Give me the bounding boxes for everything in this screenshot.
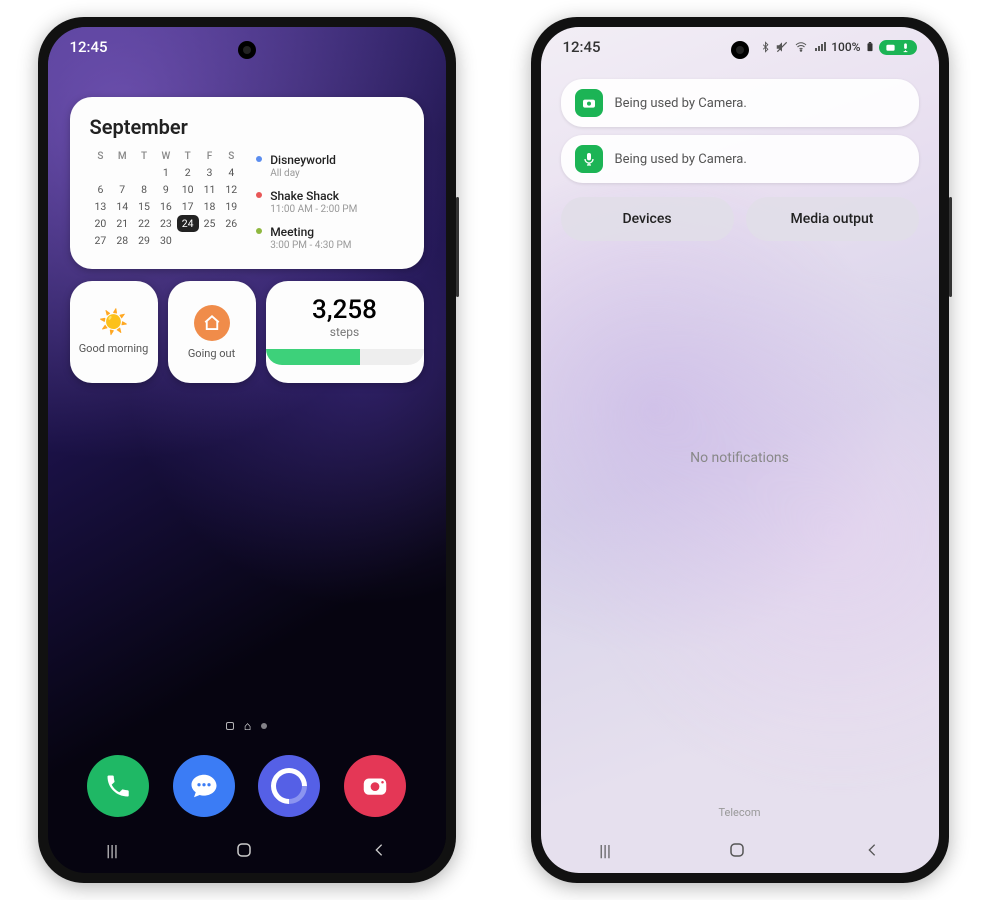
notification-text: Being used by Camera. <box>615 152 747 167</box>
notification-text: Being used by Camera. <box>615 96 747 111</box>
event-item[interactable]: Disneyworld All day <box>256 153 403 179</box>
page-dot <box>261 723 267 729</box>
camera-icon <box>575 89 603 117</box>
routine-good-morning[interactable]: ☀️ Good morning <box>70 281 158 383</box>
widget-area: September SMTWTFS12346789101112131415161… <box>70 97 424 383</box>
wifi-icon <box>793 41 809 53</box>
power-button[interactable] <box>949 197 952 297</box>
nav-recents[interactable]: ||| <box>106 841 118 860</box>
notification-list: Being used by Camera. Being used by Came… <box>541 73 939 241</box>
media-output-button[interactable]: Media output <box>746 197 919 241</box>
browser-app-icon[interactable] <box>258 755 320 817</box>
event-item[interactable]: Shake Shack 11:00 AM - 2:00 PM <box>256 189 403 215</box>
steps-progress <box>266 349 424 365</box>
nav-home[interactable] <box>728 841 746 859</box>
sun-icon: ☀️ <box>99 308 129 336</box>
phone-left-home: 12:45 September SMTWTFS12346789101112131… <box>38 17 456 883</box>
carrier-label: Telecom <box>541 806 939 819</box>
home-page-icon: ⌂ <box>244 719 251 733</box>
nav-back[interactable] <box>371 842 387 858</box>
nav-home[interactable] <box>235 841 253 859</box>
calendar-widget[interactable]: September SMTWTFS12346789101112131415161… <box>70 97 424 269</box>
home-screen[interactable]: 12:45 September SMTWTFS12346789101112131… <box>48 27 446 873</box>
microphone-icon <box>575 145 603 173</box>
nav-back[interactable] <box>864 842 880 858</box>
camera-app-icon[interactable] <box>344 755 406 817</box>
calendar-month: September <box>90 115 404 139</box>
apps-page-icon <box>226 722 234 730</box>
phone-right-notifications: 12:45 100% <box>531 17 949 883</box>
messages-app-icon[interactable] <box>173 755 235 817</box>
nav-recents[interactable]: ||| <box>599 841 611 860</box>
home-icon <box>194 305 230 341</box>
camera-notch <box>731 41 749 59</box>
camera-notch <box>238 41 256 59</box>
nav-bar: ||| <box>48 827 446 873</box>
calendar-grid[interactable]: SMTWTFS123467891011121314151617181920212… <box>90 149 243 251</box>
status-time: 12:45 <box>70 38 108 56</box>
steps-label: steps <box>282 325 408 339</box>
phone-app-icon[interactable] <box>87 755 149 817</box>
battery-percent: 100% <box>831 40 860 54</box>
status-icons: 100% <box>760 40 916 55</box>
dock <box>48 755 446 817</box>
bluetooth-icon <box>760 40 771 54</box>
camera-usage-notification[interactable]: Being used by Camera. <box>561 79 919 127</box>
status-time: 12:45 <box>563 38 601 56</box>
nav-bar: ||| <box>541 827 939 873</box>
battery-icon <box>865 40 875 54</box>
power-button[interactable] <box>456 197 459 297</box>
event-item[interactable]: Meeting 3:00 PM - 4:30 PM <box>256 225 403 251</box>
steps-widget[interactable]: 3,258 steps <box>266 281 424 383</box>
page-indicator[interactable]: ⌂ <box>48 719 446 733</box>
notification-panel[interactable]: 12:45 100% <box>541 27 939 873</box>
devices-button[interactable]: Devices <box>561 197 734 241</box>
mic-usage-notification[interactable]: Being used by Camera. <box>561 135 919 183</box>
steps-value: 3,258 <box>282 295 408 325</box>
mute-icon <box>775 40 789 54</box>
no-notifications-text: No notifications <box>541 450 939 466</box>
signal-icon <box>813 41 827 53</box>
event-list: Disneyworld All day Shake Shack 11:00 AM… <box>256 149 403 251</box>
indicator-pill[interactable] <box>879 40 917 55</box>
routine-going-out[interactable]: Going out <box>168 281 256 383</box>
